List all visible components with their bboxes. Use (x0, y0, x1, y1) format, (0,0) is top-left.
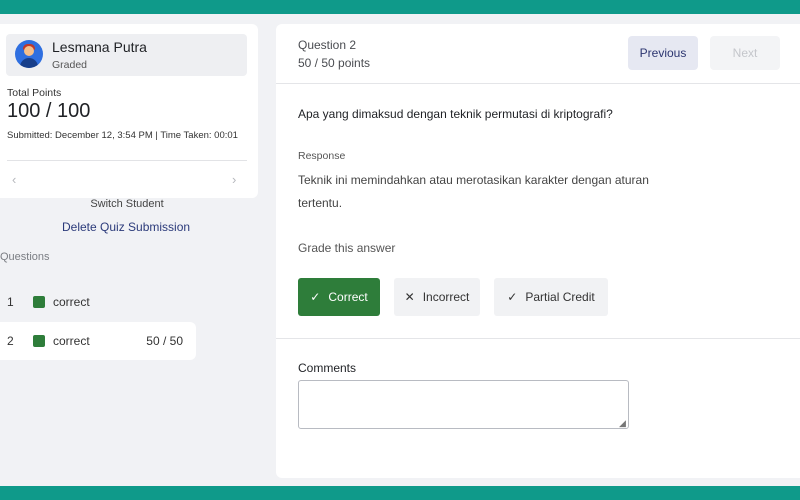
grade-label: Grade this answer (298, 241, 396, 255)
comments-label: Comments (298, 361, 357, 375)
previous-button[interactable]: Previous (628, 36, 698, 70)
total-points-label: Total Points (7, 87, 62, 99)
question-number: 1 (7, 295, 14, 309)
response-text: Teknik ini memindahkan atau merotasikan … (298, 173, 649, 210)
question-list-item-1[interactable]: 1 correct (0, 283, 196, 321)
correct-status-icon (33, 335, 45, 347)
next-student-chevron-icon[interactable]: › (232, 172, 236, 187)
switch-student-button[interactable]: Switch Student (60, 198, 194, 210)
question-points: 50 / 50 points (298, 56, 371, 70)
correct-label: Correct (328, 290, 368, 304)
divider (7, 160, 247, 161)
correct-button[interactable]: ✓ Correct (298, 278, 380, 316)
delete-quiz-submission-link[interactable]: Delete Quiz Submission (62, 220, 190, 234)
bottom-band (0, 486, 800, 500)
question-number: 2 (7, 334, 14, 348)
student-name: Lesmana Putra (52, 39, 147, 55)
student-status: Graded (52, 59, 88, 71)
student-header: Lesmana Putra Graded (6, 34, 247, 76)
check-icon: ✓ (507, 290, 518, 304)
incorrect-label: Incorrect (422, 290, 470, 304)
partial-credit-label: Partial Credit (525, 290, 595, 304)
question-list-item-2[interactable]: 2 correct 50 / 50 (0, 322, 196, 360)
avatar (15, 40, 43, 68)
divider (276, 83, 800, 84)
incorrect-button[interactable]: ✕ Incorrect (394, 278, 480, 316)
submission-info: Submitted: December 12, 3:54 PM | Time T… (7, 130, 238, 141)
top-band (0, 0, 800, 14)
questions-heading: Questions (0, 251, 50, 263)
previous-student-chevron-icon[interactable]: ‹ (12, 172, 16, 187)
response-label: Response (298, 150, 346, 162)
comments-textarea[interactable] (298, 380, 629, 429)
student-card: Lesmana Putra Graded Total Points 100 / … (0, 24, 258, 210)
question-score: 50 / 50 (146, 334, 183, 348)
next-button[interactable]: Next (710, 36, 780, 70)
divider (276, 338, 800, 339)
question-prompt: Apa yang dimaksud dengan teknik permutas… (298, 107, 613, 121)
question-status: correct (53, 295, 90, 309)
grading-panel: Question 2 50 / 50 points Previous Next … (276, 24, 800, 478)
question-status: correct (53, 334, 90, 348)
total-points-value: 100 / 100 (7, 100, 91, 122)
correct-status-icon (33, 296, 45, 308)
partial-credit-button[interactable]: ✓ Partial Credit (494, 278, 608, 316)
question-title: Question 2 (298, 38, 357, 52)
check-icon: ✓ (310, 290, 321, 304)
close-icon: ✕ (404, 290, 415, 304)
resize-handle-icon[interactable]: ◢ (619, 418, 626, 429)
